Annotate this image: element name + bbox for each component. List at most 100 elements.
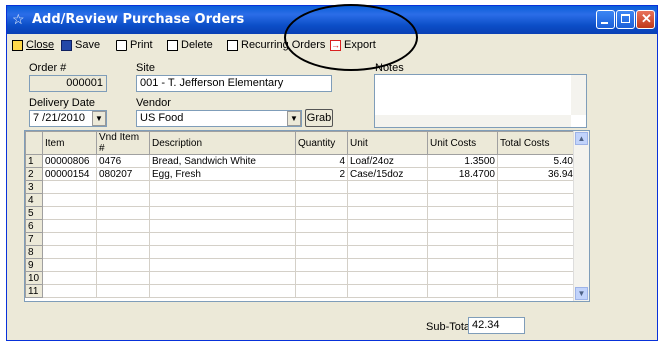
grid-cell-ucost[interactable]	[427, 271, 498, 285]
grid-cell-desc[interactable]	[149, 206, 296, 220]
grid-cell-vnd[interactable]	[96, 219, 150, 233]
grid-cell-ucost[interactable]: 18.4700	[427, 167, 498, 181]
grid-cell-ucost[interactable]	[427, 258, 498, 272]
grid-cell-tcost[interactable]	[497, 219, 576, 233]
grid-cell-qty[interactable]	[295, 193, 348, 207]
notes-textarea[interactable]	[374, 74, 587, 128]
grid-cell-unit[interactable]: Loaf/24oz	[347, 154, 428, 168]
grid-cell-desc[interactable]	[149, 232, 296, 246]
grid-cell-item[interactable]	[42, 245, 97, 259]
grid-cell-ucost[interactable]	[427, 180, 498, 194]
grid-cell-item[interactable]: 00000154	[42, 167, 97, 181]
grid-cell-item[interactable]	[42, 258, 97, 272]
grid-cell-vnd[interactable]	[96, 232, 150, 246]
grid-cell-unit[interactable]	[347, 232, 428, 246]
grid-cell-qty[interactable]	[295, 245, 348, 259]
table-row[interactable]: 4	[25, 193, 576, 207]
grid-cell-tcost[interactable]: 36.94	[497, 167, 576, 181]
grid-cell-desc[interactable]	[149, 219, 296, 233]
grid-cell-vnd[interactable]: 080207	[96, 167, 150, 181]
column-header-unit-costs[interactable]: Unit Costs	[427, 131, 498, 155]
grid-vertical-scrollbar[interactable]: ▲ ▼	[573, 131, 589, 301]
grid-cell-desc[interactable]	[149, 245, 296, 259]
column-header-unit[interactable]: Unit	[347, 131, 428, 155]
grid-cell-item[interactable]	[42, 232, 97, 246]
table-row[interactable]: 8	[25, 245, 576, 259]
line-items-grid[interactable]: Item Vnd Item # Description Quantity Uni…	[24, 130, 590, 302]
grid-cell-tcost[interactable]	[497, 284, 576, 298]
grid-cell-tcost[interactable]	[497, 180, 576, 194]
grid-cell-ucost[interactable]	[427, 245, 498, 259]
grid-cell-vnd[interactable]	[96, 271, 150, 285]
grid-cell-vnd[interactable]	[96, 206, 150, 220]
minimize-icon[interactable]	[596, 10, 615, 29]
grid-cell-tcost[interactable]: 5.40	[497, 154, 576, 168]
grid-cell-qty[interactable]	[295, 180, 348, 194]
grid-cell-desc[interactable]	[149, 271, 296, 285]
grid-cell-unit[interactable]	[347, 258, 428, 272]
column-header-total-costs[interactable]: Total Costs	[497, 131, 576, 155]
column-header-description[interactable]: Description	[149, 131, 296, 155]
maximize-icon[interactable]	[616, 10, 635, 29]
table-row[interactable]: 1 00000806 0476 Bread, Sandwich White 4 Loaf/…	[25, 154, 576, 168]
chevron-down-icon[interactable]: ▼	[92, 111, 106, 126]
grid-cell-desc[interactable]: Bread, Sandwich White	[149, 154, 296, 168]
grid-cell-unit[interactable]: Case/15doz	[347, 167, 428, 181]
grid-cell-item[interactable]	[42, 219, 97, 233]
grid-cell-item[interactable]	[42, 193, 97, 207]
grid-cell-unit[interactable]	[347, 180, 428, 194]
grid-cell-qty[interactable]: 4	[295, 154, 348, 168]
vendor-select[interactable]: US Food	[136, 110, 302, 127]
grid-cell-desc[interactable]	[149, 193, 296, 207]
grid-cell-qty[interactable]: 2	[295, 167, 348, 181]
table-row[interactable]: 10	[25, 271, 576, 285]
grid-cell-ucost[interactable]	[427, 193, 498, 207]
table-row[interactable]: 5	[25, 206, 576, 220]
grid-cell-item[interactable]: 00000806	[42, 154, 97, 168]
grid-cell-qty[interactable]	[295, 219, 348, 233]
grid-cell-qty[interactable]	[295, 232, 348, 246]
grid-cell-desc[interactable]: Egg, Fresh	[149, 167, 296, 181]
table-row[interactable]: 11	[25, 284, 576, 298]
column-header-vnd-item[interactable]: Vnd Item #	[96, 131, 150, 155]
table-row[interactable]: 3	[25, 180, 576, 194]
grid-cell-vnd[interactable]: 0476	[96, 154, 150, 168]
notes-vertical-scrollbar[interactable]	[571, 75, 586, 115]
grid-cell-item[interactable]	[42, 284, 97, 298]
grid-cell-item[interactable]	[42, 180, 97, 194]
grid-cell-qty[interactable]	[295, 284, 348, 298]
grid-cell-desc[interactable]	[149, 284, 296, 298]
scroll-down-icon[interactable]: ▼	[575, 287, 588, 300]
grid-cell-ucost[interactable]: 1.3500	[427, 154, 498, 168]
chevron-down-icon[interactable]: ▼	[287, 111, 301, 126]
site-select[interactable]: 001 - T. Jefferson Elementary	[136, 75, 332, 92]
save-button[interactable]: Save	[61, 39, 100, 51]
grid-cell-tcost[interactable]	[497, 206, 576, 220]
grid-cell-item[interactable]	[42, 271, 97, 285]
grid-cell-qty[interactable]	[295, 206, 348, 220]
grid-cell-vnd[interactable]	[96, 193, 150, 207]
table-row[interactable]: 2 00000154 080207 Egg, Fresh 2 Case/15doz 18.4…	[25, 167, 576, 181]
close-icon[interactable]: ✕	[636, 10, 655, 29]
column-header-item[interactable]: Item	[42, 131, 97, 155]
table-row[interactable]: 7	[25, 232, 576, 246]
grid-cell-qty[interactable]	[295, 258, 348, 272]
table-row[interactable]: 9	[25, 258, 576, 272]
grid-cell-unit[interactable]	[347, 284, 428, 298]
grid-cell-ucost[interactable]	[427, 219, 498, 233]
grid-cell-unit[interactable]	[347, 245, 428, 259]
grid-cell-tcost[interactable]	[497, 271, 576, 285]
print-button[interactable]: Print	[116, 39, 153, 51]
delete-button[interactable]: Delete	[167, 39, 213, 51]
grid-cell-tcost[interactable]	[497, 245, 576, 259]
scroll-up-icon[interactable]: ▲	[575, 132, 588, 145]
grid-cell-vnd[interactable]	[96, 245, 150, 259]
close-button[interactable]: Close	[12, 39, 54, 51]
grid-cell-desc[interactable]	[149, 258, 296, 272]
grid-cell-ucost[interactable]	[427, 232, 498, 246]
grid-cell-unit[interactable]	[347, 271, 428, 285]
grid-cell-vnd[interactable]	[96, 284, 150, 298]
grid-cell-tcost[interactable]	[497, 232, 576, 246]
grid-cell-unit[interactable]	[347, 219, 428, 233]
grid-cell-vnd[interactable]	[96, 180, 150, 194]
